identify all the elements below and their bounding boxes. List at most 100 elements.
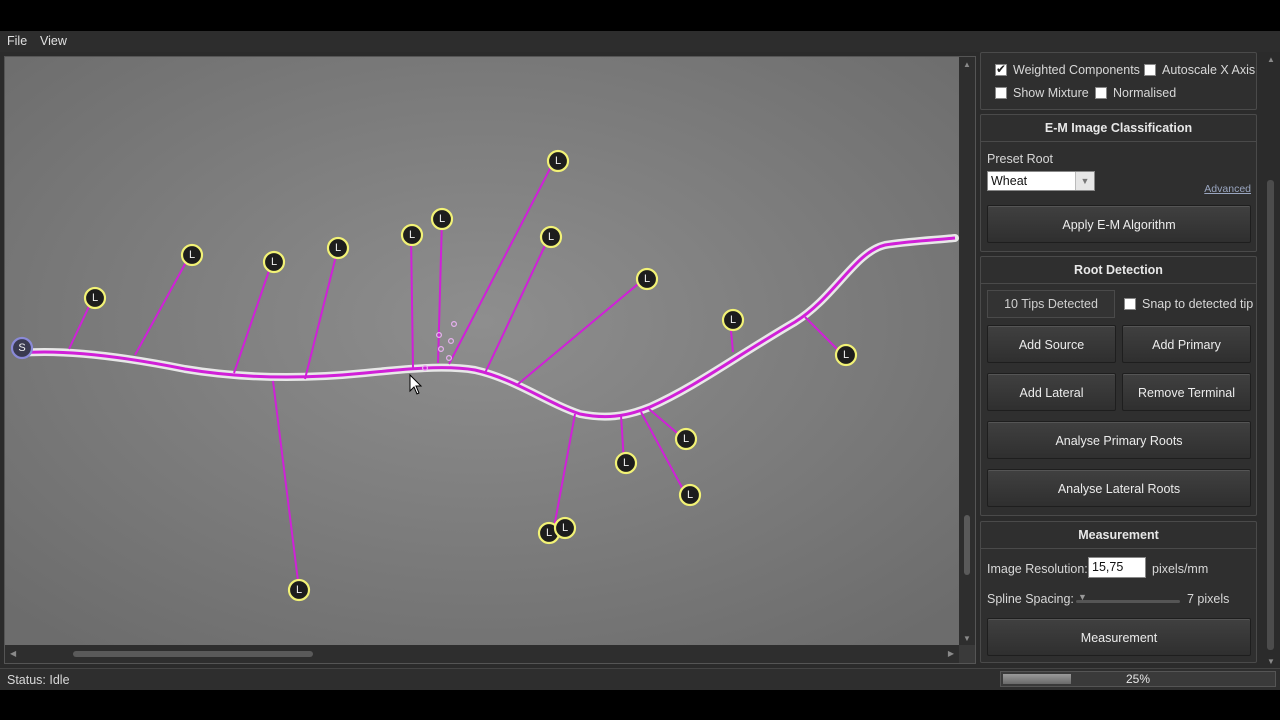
resolution-label: Image Resolution: — [987, 562, 1088, 576]
progress-label: 25% — [1125, 672, 1151, 686]
add-primary-button[interactable]: Add Primary — [1122, 325, 1251, 363]
scroll-up-icon[interactable]: ▲ — [963, 60, 971, 69]
svg-text:S: S — [18, 342, 25, 354]
root-detection-group: Root Detection 10 Tips Detected Snap to … — [980, 256, 1257, 516]
scroll-down-icon[interactable]: ▼ — [963, 634, 971, 643]
checkbox-box[interactable] — [995, 87, 1007, 99]
lateral-tip-marker[interactable]: L — [834, 343, 858, 367]
marker-label: L — [623, 457, 629, 469]
marker-label: L — [644, 273, 650, 285]
slider-thumb-icon[interactable]: ▼ — [1078, 592, 1087, 602]
lateral-tip-marker[interactable]: L — [83, 286, 107, 310]
marker-label: L — [548, 231, 554, 243]
lateral-tip-marker[interactable]: L — [678, 483, 702, 507]
checkbox-box[interactable] — [1095, 87, 1107, 99]
menu-bar: File View — [0, 31, 1280, 52]
scroll-up-icon[interactable]: ▲ — [1267, 55, 1275, 64]
control-panel: Weighted Components Autoscale X Axis Sho… — [980, 52, 1280, 667]
measurement-title: Measurement — [981, 522, 1256, 549]
marker-label: L — [409, 229, 415, 241]
show-mixture-checkbox[interactable]: Show Mixture — [995, 86, 1089, 100]
lateral-tip-marker[interactable]: L — [287, 578, 311, 602]
root-image-view[interactable]: S LLLLLLLLLLLLLLLLL — [5, 57, 959, 645]
checkbox-box[interactable] — [995, 62, 1007, 76]
source-marker[interactable]: S — [10, 336, 34, 360]
marker-label: L — [843, 349, 849, 361]
preset-root-label: Preset Root — [987, 152, 1054, 166]
analyse-primary-button[interactable]: Analyse Primary Roots — [987, 421, 1251, 459]
menu-view[interactable]: View — [40, 34, 67, 48]
marker-label: L — [562, 522, 568, 534]
em-title: E-M Image Classification — [981, 115, 1256, 142]
menu-file[interactable]: File — [7, 34, 27, 48]
marker-label: L — [730, 314, 736, 326]
measurement-group: Measurement Image Resolution: 15,75 pixe… — [980, 521, 1257, 663]
resolution-value: 15,75 — [1092, 560, 1124, 574]
canvas-vertical-scrollbar[interactable]: ▲ ▼ — [959, 57, 975, 645]
lateral-tip-marker[interactable]: L — [539, 225, 563, 249]
marker-label: L — [92, 292, 98, 304]
scroll-left-icon[interactable]: ◀ — [10, 649, 16, 658]
marker-label: L — [271, 256, 277, 268]
em-classification-group: E-M Image Classification Preset Root Whe… — [980, 114, 1257, 252]
weighted-components-checkbox[interactable]: Weighted Components — [995, 62, 1140, 77]
image-canvas[interactable]: S LLLLLLLLLLLLLLLLL ▲ ▼ ◀ ▶ — [4, 56, 976, 664]
marker-label: L — [687, 489, 693, 501]
analyse-lateral-button[interactable]: Analyse Lateral Roots — [987, 469, 1251, 507]
lateral-tip-marker[interactable]: L — [721, 308, 745, 332]
scroll-thumb[interactable] — [1267, 180, 1274, 650]
remove-terminal-button[interactable]: Remove Terminal — [1122, 373, 1251, 411]
marker-label: L — [296, 584, 302, 596]
status-text: Status: Idle — [7, 673, 70, 687]
lateral-tip-marker[interactable]: L — [326, 236, 350, 260]
display-options-group: Weighted Components Autoscale X Axis Sho… — [980, 52, 1257, 110]
canvas-horizontal-scrollbar[interactable]: ◀ ▶ — [5, 645, 959, 663]
root-photo — [5, 57, 959, 645]
scroll-thumb[interactable] — [964, 515, 970, 575]
spline-spacing-label: Spline Spacing: — [987, 592, 1074, 606]
normalised-checkbox[interactable]: Normalised — [1095, 86, 1176, 100]
marker-label: L — [335, 242, 341, 254]
resolution-input[interactable]: 15,75 — [1088, 557, 1146, 578]
spline-spacing-value: 7 pixels — [1187, 592, 1230, 606]
checkbox-label: Show Mixture — [1013, 86, 1089, 100]
marker-label: L — [546, 527, 552, 539]
chevron-down-icon[interactable]: ▼ — [1075, 172, 1094, 190]
checkbox-box[interactable] — [1124, 298, 1136, 310]
marker-label: L — [683, 433, 689, 445]
lateral-tip-marker[interactable]: L — [635, 267, 659, 291]
spline-slider[interactable]: ▼ — [1076, 592, 1180, 603]
lateral-tip-marker[interactable]: L — [262, 250, 286, 274]
scroll-thumb[interactable] — [73, 651, 313, 657]
measurement-button[interactable]: Measurement — [987, 618, 1251, 656]
lateral-tip-marker[interactable]: L — [430, 207, 454, 231]
checkbox-label: Normalised — [1113, 86, 1177, 100]
lateral-tip-marker[interactable]: L — [180, 243, 204, 267]
add-source-button[interactable]: Add Source — [987, 325, 1116, 363]
checkbox-label: Snap to detected tip — [1142, 297, 1254, 311]
add-lateral-button[interactable]: Add Lateral — [987, 373, 1116, 411]
lateral-tip-marker[interactable]: L — [546, 149, 570, 173]
preset-root-select[interactable]: Wheat ▼ — [987, 171, 1095, 191]
resolution-unit: pixels/mm — [1152, 562, 1209, 576]
lateral-tip-marker[interactable]: L — [400, 223, 424, 247]
apply-em-button[interactable]: Apply E-M Algorithm — [987, 205, 1251, 243]
checkbox-box[interactable] — [1144, 64, 1156, 76]
marker-label: L — [439, 213, 445, 225]
preset-root-value: Wheat — [991, 174, 1028, 188]
advanced-link[interactable]: Advanced — [1204, 183, 1251, 195]
autoscale-x-checkbox[interactable]: Autoscale X Axis — [1144, 63, 1255, 77]
scroll-right-icon[interactable]: ▶ — [948, 649, 954, 658]
app-window: File View S L L L L L L L L L L L L L L … — [0, 31, 1280, 689]
progress-bar: 25% — [1000, 671, 1276, 687]
checkbox-label: Weighted Components — [1013, 63, 1140, 77]
tips-detected-display: 10 Tips Detected — [987, 290, 1115, 318]
snap-to-tip-checkbox[interactable]: Snap to detected tip — [1124, 297, 1253, 311]
scroll-down-icon[interactable]: ▼ — [1267, 657, 1275, 666]
lateral-tip-marker[interactable]: L — [553, 516, 577, 540]
marker-label: L — [189, 249, 195, 261]
lateral-tip-marker[interactable]: L — [674, 427, 698, 451]
panel-scrollbar[interactable]: ▲ ▼ — [1264, 52, 1278, 669]
lateral-tip-marker[interactable]: L — [614, 451, 638, 475]
checkbox-label: Autoscale X Axis — [1162, 63, 1256, 77]
